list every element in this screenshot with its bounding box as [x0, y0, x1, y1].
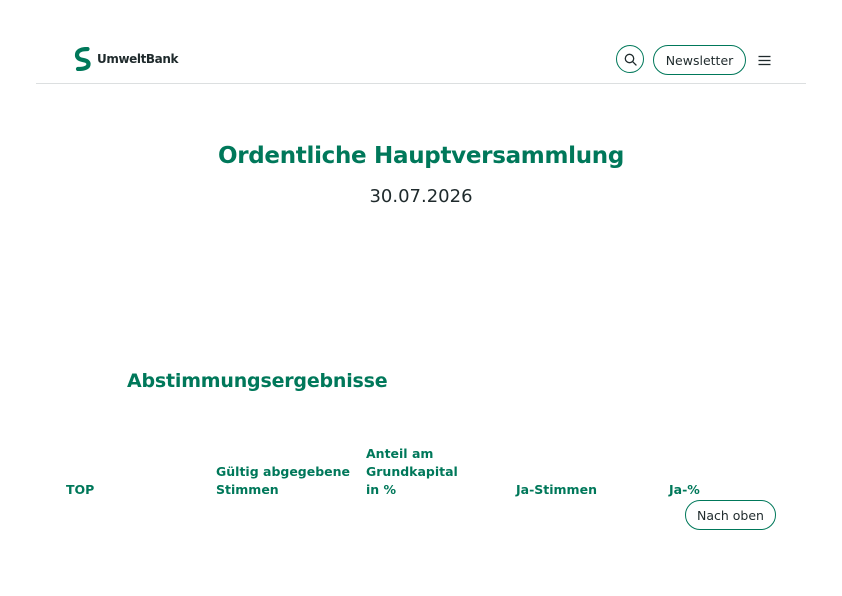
table-header-valid-votes: Gültig abgegebene Stimmen [216, 463, 356, 499]
table-header-line: in % [366, 482, 397, 497]
table-header-line: Anteil am [366, 446, 434, 461]
brand-logo-link[interactable]: UmweltBank [74, 47, 178, 71]
table-header-line: Ja-% [669, 482, 700, 497]
back-to-top-button[interactable]: Nach oben [685, 500, 776, 530]
site-header: UmweltBank Newsletter [36, 0, 806, 84]
table-header-yes-votes: Ja-Stimmen [516, 481, 656, 499]
page-title: Ordentliche Hauptversammlung [217, 143, 625, 169]
search-button[interactable] [616, 45, 644, 73]
event-date: 30.07.2026 [369, 186, 473, 207]
newsletter-button[interactable]: Newsletter [653, 45, 746, 75]
menu-button[interactable] [756, 53, 772, 67]
table-header-line: Ja-Stimmen [516, 482, 597, 497]
section-title: Abstimmungsergebnisse [127, 370, 388, 392]
table-header-line: Grundkapital [366, 464, 458, 479]
table-header-share-capital: Anteil am Grundkapital in % [366, 445, 506, 499]
table-header-yes-percent: Ja-% [669, 481, 809, 499]
table-header-line: TOP [66, 482, 95, 497]
hamburger-menu-icon [758, 55, 770, 65]
table-header-top: TOP [66, 481, 206, 499]
table-header-line: Gültig abgegebene [216, 464, 351, 479]
umweltbank-logo-icon [74, 47, 91, 71]
table-header-line: Stimmen [216, 482, 279, 497]
page: UmweltBank Newsletter Ordentliche Hauptv… [0, 0, 842, 596]
brand-name: UmweltBank [97, 52, 179, 66]
search-icon [624, 53, 637, 66]
